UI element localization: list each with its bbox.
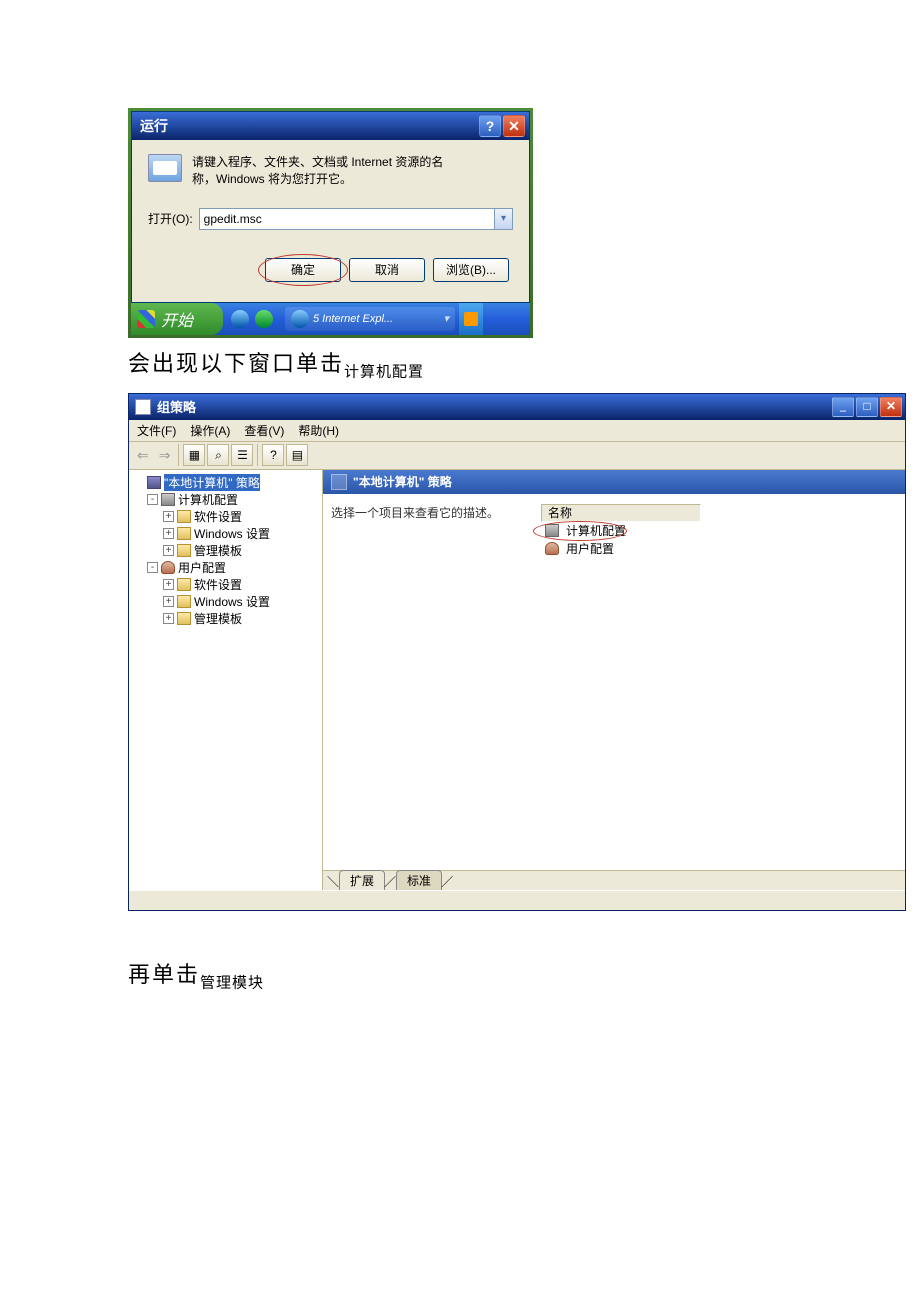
toolbar-icon-5[interactable]: ▤: [286, 444, 308, 466]
quicklaunch: [223, 303, 281, 335]
tray-icon: [464, 312, 478, 326]
start-label: 开始: [161, 307, 193, 331]
close-button[interactable]: ✕: [880, 397, 902, 417]
run-dialog-desktop-slice: 运行 ? ✕ 请键入程序、文件夹、文档或 Internet 资源的名 称，Win…: [128, 108, 533, 338]
taskbar-task-ie[interactable]: 5 Internet Expl... ▾: [285, 307, 455, 331]
content-pane: "本地计算机" 策略 选择一个项目来查看它的描述。 名称 计算机配置 用户配置: [323, 470, 905, 890]
open-label: 打开(O):: [148, 210, 193, 227]
tree-root[interactable]: "本地计算机" 策略: [129, 474, 322, 491]
ie-small-icon: [291, 310, 309, 328]
minimize-button[interactable]: _: [832, 397, 854, 417]
computer-icon: [545, 524, 559, 537]
help-button[interactable]: ?: [479, 115, 501, 137]
tree-admin-2[interactable]: + 管理模板: [129, 610, 322, 627]
run-dialog: 运行 ? ✕ 请键入程序、文件夹、文档或 Internet 资源的名 称，Win…: [131, 111, 530, 303]
toolbar-icon-1[interactable]: ▦: [183, 444, 205, 466]
tree-computer-config[interactable]: - 计算机配置: [129, 491, 322, 508]
list-item-computer-config[interactable]: 计算机配置: [541, 522, 897, 540]
gpedit-titlebar[interactable]: 组策略 _ □ ✕: [129, 394, 905, 420]
policy-heading-icon: [331, 474, 347, 490]
menu-view[interactable]: 查看(V): [244, 422, 284, 439]
tray[interactable]: [459, 303, 483, 335]
tree-win-2[interactable]: + Windows 设置: [129, 593, 322, 610]
browse-button[interactable]: 浏览(B)...: [433, 258, 509, 282]
start-button[interactable]: 开始: [131, 303, 223, 335]
content-heading: "本地计算机" 策略: [323, 470, 905, 494]
tree-pane[interactable]: "本地计算机" 策略 - 计算机配置 + 软件设置 + Windows 设置 +…: [129, 470, 323, 890]
doc-line-2: 再单击管理模块: [128, 957, 792, 992]
run-prompt: 请键入程序、文件夹、文档或 Internet 资源的名 称，Windows 将为…: [192, 154, 443, 188]
menu-bar[interactable]: 文件(F) 操作(A) 查看(V) 帮助(H): [129, 420, 905, 442]
ok-button[interactable]: 确定: [265, 258, 341, 282]
tab-extended[interactable]: 扩展: [339, 870, 385, 890]
menu-help[interactable]: 帮助(H): [298, 422, 339, 439]
folder-icon: [177, 612, 191, 625]
folder-icon: [177, 595, 191, 608]
folder-icon: [177, 578, 191, 591]
column-name[interactable]: 名称: [541, 504, 701, 522]
list-item-user-config[interactable]: 用户配置: [541, 540, 897, 558]
nav-back-icon[interactable]: ⇐: [133, 447, 153, 464]
open-input[interactable]: [199, 208, 495, 230]
tree-soft-2[interactable]: + 软件设置: [129, 576, 322, 593]
toolbar-icon-3[interactable]: ☰: [231, 444, 253, 466]
run-title-text: 运行: [140, 116, 168, 136]
item-list[interactable]: 名称 计算机配置 用户配置: [541, 504, 897, 860]
ie-icon[interactable]: [231, 310, 249, 328]
gpedit-title-text: 组策略: [157, 397, 196, 416]
menu-action[interactable]: 操作(A): [190, 422, 230, 439]
description-text: 选择一个项目来查看它的描述。: [331, 504, 521, 860]
toolbar-icon-4[interactable]: ?: [262, 444, 284, 466]
windows-logo-icon: [137, 310, 155, 328]
run-titlebar[interactable]: 运行 ? ✕: [132, 112, 529, 140]
status-bar: [129, 890, 905, 910]
folder-icon: [177, 527, 191, 540]
policy-icon: [147, 476, 161, 489]
user-icon: [545, 542, 559, 555]
close-button[interactable]: ✕: [503, 115, 525, 137]
cancel-button[interactable]: 取消: [349, 258, 425, 282]
maximize-button[interactable]: □: [856, 397, 878, 417]
folder-icon: [177, 544, 191, 557]
menu-file[interactable]: 文件(F): [137, 422, 176, 439]
doc-line-1: 会出现以下窗口单击计算机配置: [128, 346, 792, 381]
tree-win-1[interactable]: + Windows 设置: [129, 525, 322, 542]
tree-soft-1[interactable]: + 软件设置: [129, 508, 322, 525]
tree-admin-1[interactable]: + 管理模板: [129, 542, 322, 559]
run-icon: [148, 154, 182, 182]
gpedit-window: 组策略 _ □ ✕ 文件(F) 操作(A) 查看(V) 帮助(H) ⇐ ⇒ ▦ …: [128, 393, 906, 911]
taskbar: 开始 5 Internet Expl... ▾: [131, 303, 530, 335]
tree-user-config[interactable]: - 用户配置: [129, 559, 322, 576]
open-dropdown-button[interactable]: ▾: [495, 208, 513, 230]
tab-standard[interactable]: 标准: [396, 870, 442, 890]
gpedit-app-icon: [135, 399, 151, 415]
desktop-icon[interactable]: [255, 310, 273, 328]
nav-fwd-icon[interactable]: ⇒: [155, 447, 175, 464]
computer-icon: [161, 493, 175, 506]
folder-icon: [177, 510, 191, 523]
toolbar-icon-2[interactable]: ⌕: [207, 444, 229, 466]
user-icon: [161, 561, 175, 574]
toolbar: ⇐ ⇒ ▦ ⌕ ☰ ? ▤: [129, 442, 905, 470]
bottom-tabs: ＼ 扩展 ＼ 标准 ／: [323, 870, 905, 890]
